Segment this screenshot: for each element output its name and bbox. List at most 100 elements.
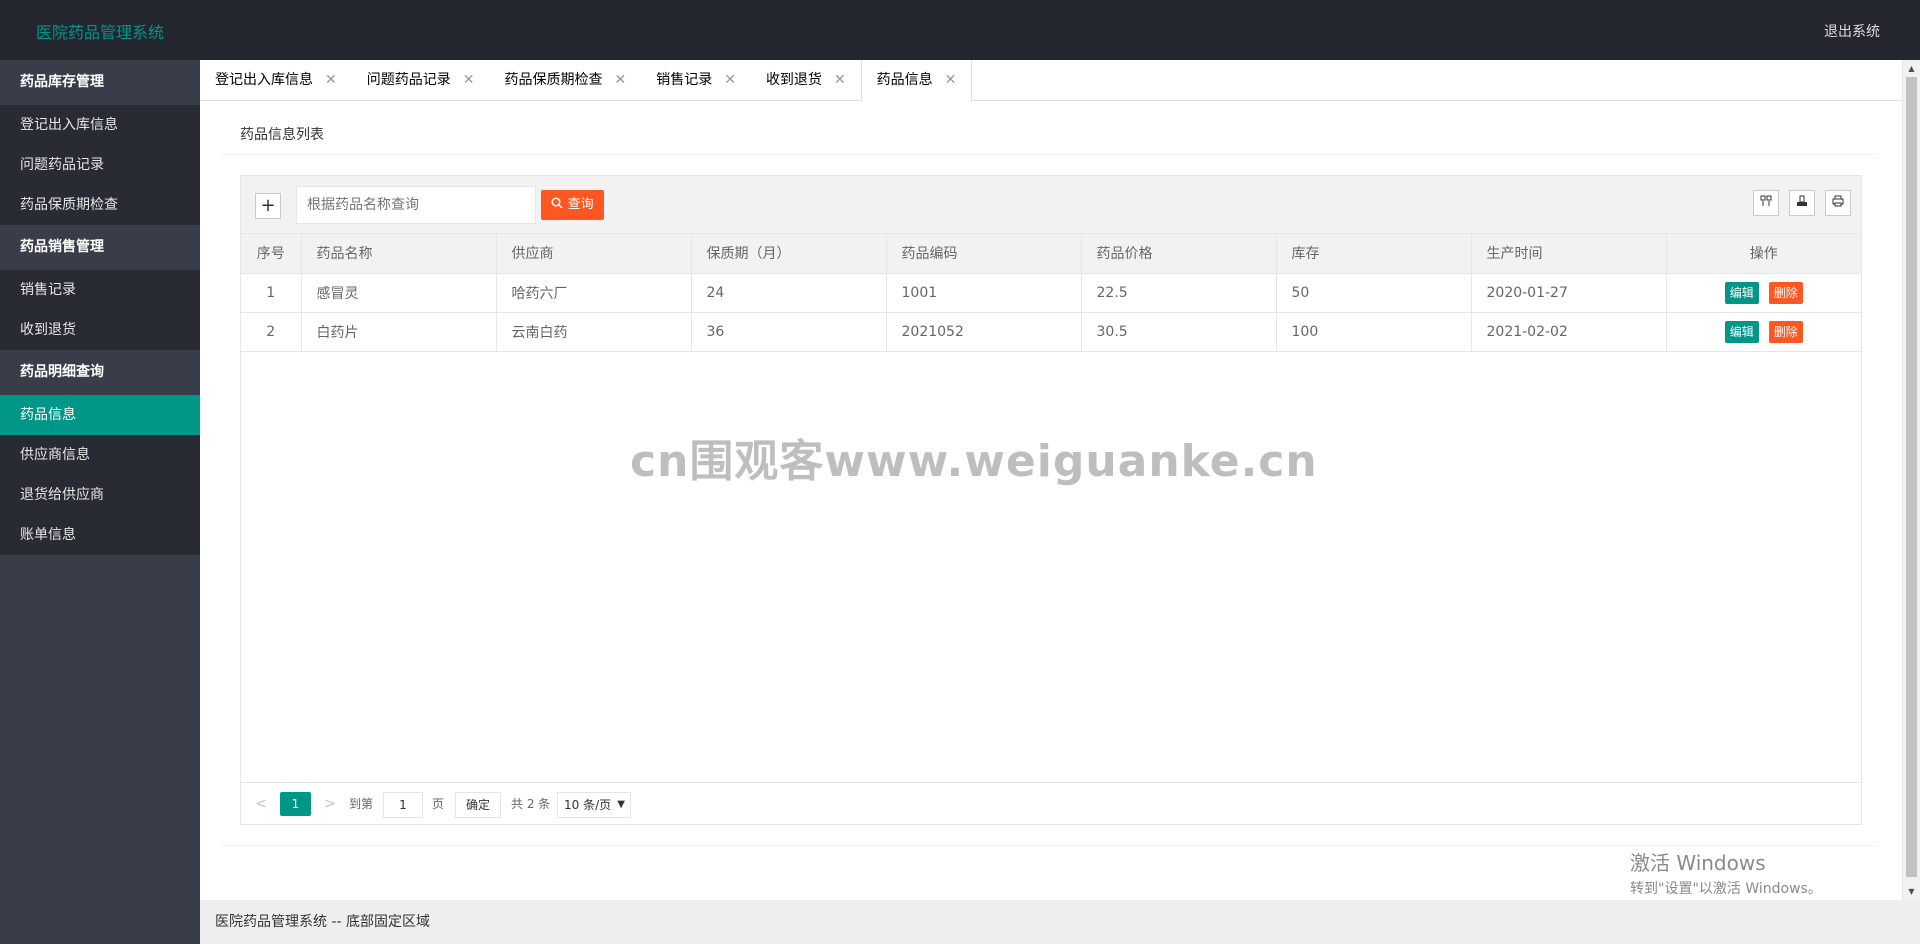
page-size-value: 10 条/页 [564, 798, 612, 812]
page-size-select[interactable]: 10 条/页 ▼ [557, 792, 631, 818]
cell-code: 1001 [886, 273, 1082, 313]
close-icon[interactable]: ✕ [614, 60, 626, 100]
watermark: cn围观客www.weiguanke.cn [630, 436, 1318, 487]
sidebar-item-drug-info[interactable]: 药品信息 [0, 395, 200, 435]
tab-sales-records[interactable]: 销售记录 ✕ [641, 60, 751, 101]
search-button-label: 查询 [567, 197, 594, 212]
data-table-container: + 查询 序号 药品名称 [240, 175, 1862, 825]
scroll-up-icon[interactable]: ▲ [1903, 60, 1920, 77]
close-icon[interactable]: ✕ [945, 60, 957, 100]
page-suffix-label: 页 [432, 797, 445, 811]
sidebar-item-bill-info[interactable]: 账单信息 [0, 515, 200, 555]
total-count: 共 2 条 [511, 797, 551, 811]
tab-stock-inout[interactable]: 登记出入库信息 ✕ [200, 60, 352, 101]
scrollbar-thumb[interactable] [1906, 77, 1917, 877]
sidebar-group-details[interactable]: 药品明细查询 [0, 350, 200, 395]
app-logo[interactable]: 医院药品管理系统 [36, 19, 164, 43]
cell-name: 白药片 [301, 312, 497, 352]
table-toolbar: + 查询 [241, 176, 1861, 234]
search-icon [551, 197, 567, 212]
main-content: 登记出入库信息 ✕ 问题药品记录 ✕ 药品保质期检查 ✕ 销售记录 ✕ 收到退货 ✕ 药品… [200, 60, 1920, 900]
goto-confirm-button[interactable]: 确定 [455, 792, 501, 818]
delete-button[interactable]: 删除 [1768, 281, 1803, 304]
sidebar-item-supplier-info[interactable]: 供应商信息 [0, 435, 200, 475]
columns-icon[interactable] [1753, 190, 1779, 216]
sidebar-item-stock-inout[interactable]: 登记出入库信息 [0, 105, 200, 145]
cell-supplier: 云南白药 [496, 312, 692, 352]
column-header-no[interactable]: 序号 [241, 234, 302, 274]
cell-price: 22.5 [1081, 273, 1277, 313]
sidebar-group-sales[interactable]: 药品销售管理 [0, 225, 200, 270]
print-icon[interactable] [1825, 190, 1851, 216]
column-header-stock[interactable]: 库存 [1276, 234, 1472, 274]
cell-no: 1 [241, 273, 302, 313]
sidebar-group-stock[interactable]: 药品库存管理 [0, 60, 200, 105]
edit-button[interactable]: 编辑 [1724, 320, 1759, 343]
close-icon[interactable]: ✕ [834, 60, 846, 100]
column-header-code[interactable]: 药品编码 [886, 234, 1082, 274]
sidebar-group-stock-items: 登记出入库信息 问题药品记录 药品保质期检查 [0, 105, 200, 225]
sidebar-item-received-returns[interactable]: 收到退货 [0, 310, 200, 350]
sidebar-group-details-items: 药品信息 供应商信息 退货给供应商 账单信息 [0, 395, 200, 555]
cell-shelf-life: 36 [691, 312, 887, 352]
goto-label: 到第 [349, 797, 374, 811]
windows-activation-title: 激活 Windows [1630, 851, 1766, 875]
prev-page-icon[interactable]: < [251, 792, 271, 816]
divider [222, 845, 1877, 846]
cell-supplier: 哈药六厂 [496, 273, 692, 313]
delete-button[interactable]: 删除 [1768, 320, 1803, 343]
cell-stock: 50 [1276, 273, 1472, 313]
sidebar-group-sales-items: 销售记录 收到退货 [0, 270, 200, 350]
chevron-down-icon: ▼ [617, 799, 625, 810]
export-icon[interactable] [1789, 190, 1815, 216]
column-header-date[interactable]: 生产时间 [1471, 234, 1667, 274]
cell-actions: 编辑 删除 [1666, 312, 1861, 352]
top-header: 医院药品管理系统 退出系统 [0, 0, 1920, 60]
search-input[interactable] [296, 186, 536, 224]
column-header-price[interactable]: 药品价格 [1081, 234, 1277, 274]
sidebar-item-problem-drugs[interactable]: 问题药品记录 [0, 145, 200, 185]
cell-date: 2021-02-02 [1471, 312, 1667, 352]
edit-button[interactable]: 编辑 [1724, 281, 1759, 304]
close-icon[interactable]: ✕ [463, 60, 475, 100]
sidebar-item-sales-records[interactable]: 销售记录 [0, 270, 200, 310]
add-button[interactable]: + [255, 193, 281, 219]
search-button[interactable]: 查询 [541, 190, 604, 220]
table-row[interactable]: 1 感冒灵 哈药六厂 24 1001 22.5 50 2020-01-27 编辑… [241, 273, 1861, 313]
cell-date: 2020-01-27 [1471, 273, 1667, 313]
tab-label: 药品保质期检查 [504, 72, 603, 88]
close-icon[interactable]: ✕ [325, 60, 337, 100]
sidebar-item-expiry-check[interactable]: 药品保质期检查 [0, 185, 200, 225]
tab-bar: 登记出入库信息 ✕ 问题药品记录 ✕ 药品保质期检查 ✕ 销售记录 ✕ 收到退货 ✕ 药品… [200, 60, 1902, 102]
cell-price: 30.5 [1081, 312, 1277, 352]
table-row[interactable]: 2 白药片 云南白药 36 2021052 30.5 100 2021-02-0… [241, 312, 1861, 352]
column-header-supplier[interactable]: 供应商 [496, 234, 692, 274]
tab-received-returns[interactable]: 收到退货 ✕ [751, 60, 861, 101]
tab-problem-drugs[interactable]: 问题药品记录 ✕ [352, 60, 490, 101]
tab-label: 登记出入库信息 [215, 72, 313, 88]
cell-code: 2021052 [886, 312, 1082, 352]
cell-name: 感冒灵 [301, 273, 497, 313]
tab-label: 问题药品记录 [366, 72, 451, 88]
sidebar-item-return-to-supplier[interactable]: 退货给供应商 [0, 475, 200, 515]
goto-page-input[interactable] [383, 792, 423, 818]
logout-link[interactable]: 退出系统 [1824, 21, 1880, 41]
tab-drug-info[interactable]: 药品信息 ✕ [860, 60, 973, 102]
card-title: 药品信息列表 [222, 115, 1877, 155]
cell-shelf-life: 24 [691, 273, 887, 313]
footer: 医院药品管理系统 -- 底部固定区域 [200, 900, 1920, 944]
close-icon[interactable]: ✕ [724, 60, 736, 100]
cell-actions: 编辑 删除 [1666, 273, 1861, 313]
tab-label: 收到退货 [765, 72, 822, 88]
sidebar: 药品库存管理 登记出入库信息 问题药品记录 药品保质期检查 药品销售管理 销售记… [0, 60, 200, 944]
page-number-current[interactable]: 1 [280, 792, 311, 816]
next-page-icon[interactable]: > [320, 792, 340, 816]
column-header-name[interactable]: 药品名称 [301, 234, 497, 274]
drug-table: 序号 药品名称 供应商 保质期（月） 药品编码 药品价格 库存 生产时间 操作 … [241, 234, 1861, 352]
vertical-scrollbar[interactable]: ▲ ▼ [1902, 60, 1920, 900]
column-header-shelf-life[interactable]: 保质期（月） [691, 234, 887, 274]
windows-activation-notice: 激活 Windows 转到"设置"以激活 Windows。 [1630, 847, 1822, 898]
pagination: < 1 > 到第 页 确定 共 2 条 10 条/页 ▼ [241, 782, 1861, 824]
scroll-down-icon[interactable]: ▼ [1903, 883, 1920, 900]
tab-expiry-check[interactable]: 药品保质期检查 ✕ [489, 60, 641, 101]
